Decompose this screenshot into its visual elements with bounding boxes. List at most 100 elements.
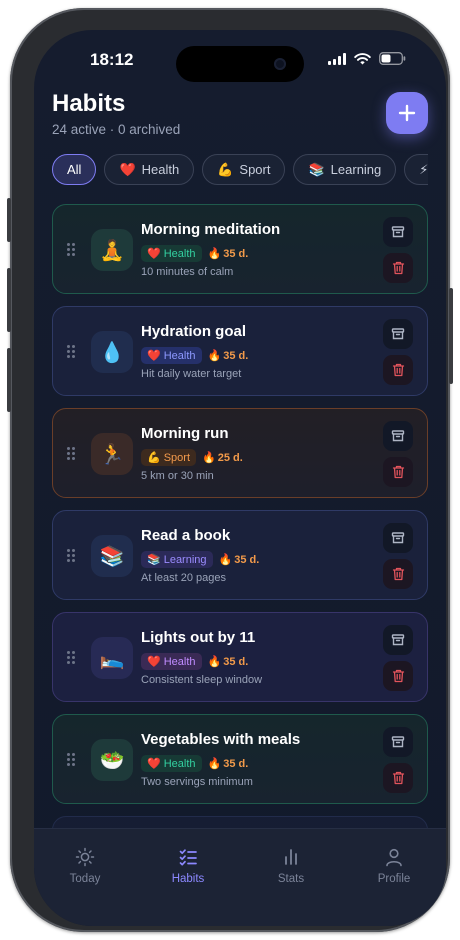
page-subtitle: 24 active · 0 archived: [52, 122, 181, 137]
tab-profile[interactable]: Profile: [354, 847, 434, 885]
habit-card[interactable]: 🏃 Morning run 💪 Sport 🔥 25 d. 5 km or 30 m…: [52, 408, 428, 498]
habit-tags: 💪 Sport 🔥 25 d.: [141, 449, 243, 466]
habit-card[interactable]: 🥗 Vegetables with meals ❤️ Health 🔥 35 d. …: [52, 714, 428, 804]
habit-title: Morning run: [141, 425, 229, 442]
flame-icon: 🔥: [218, 554, 233, 566]
drag-handle-icon[interactable]: [67, 549, 77, 563]
habit-card[interactable]: 🛌 Lights out by 11 ❤️ Health 🔥 35 d. Consi…: [52, 612, 428, 702]
habit-card[interactable]: 🧘 Morning meditation ❤️ Health 🔥 35 d. 10 …: [52, 204, 428, 294]
filter-all[interactable]: All: [52, 154, 97, 185]
trash-icon: [392, 363, 404, 377]
power-button: [449, 288, 453, 384]
habit-tags: ❤️ Health 🔥 35 d.: [141, 347, 248, 364]
archive-icon: [391, 736, 405, 748]
flame-icon: 🔥: [207, 758, 222, 770]
sun-icon: [75, 847, 95, 867]
streak-badge: 🔥 35 d.: [207, 757, 249, 771]
flame-icon: 🔥: [202, 452, 216, 464]
drag-handle-icon[interactable]: [67, 345, 77, 359]
streak-badge: 🔥 25 d.: [202, 451, 243, 465]
filter-energy[interactable]: ⚡: [404, 154, 428, 185]
category-label: Health: [163, 757, 196, 770]
tab-today[interactable]: Today: [45, 847, 125, 885]
streak-value: 35 d.: [223, 247, 249, 260]
streak-value: 35 d.: [223, 757, 249, 770]
checklist-icon: [179, 849, 197, 866]
mute-switch: [7, 198, 11, 242]
filter-label: Sport: [239, 162, 271, 177]
drag-handle-icon[interactable]: [67, 753, 77, 767]
archive-icon: [391, 430, 405, 442]
heart-icon: ❤️: [147, 248, 161, 260]
filter-label: Learning: [330, 162, 382, 177]
user-icon: [386, 848, 402, 867]
drag-handle-icon[interactable]: [67, 651, 77, 665]
archive-button[interactable]: [383, 625, 413, 655]
habit-tags: ❤️ Health 🔥 35 d.: [141, 755, 248, 772]
tab-label: Stats: [277, 873, 305, 885]
drag-handle-icon[interactable]: [67, 447, 77, 461]
books-icon: 📚: [308, 161, 325, 177]
category-label: Learning: [163, 553, 207, 566]
category-label: Sport: [163, 451, 190, 464]
tab-habits[interactable]: Habits: [148, 847, 228, 885]
archive-button[interactable]: [383, 217, 413, 247]
archive-button[interactable]: [383, 523, 413, 553]
flexed-biceps-icon: 💪: [147, 452, 161, 464]
water-drop-icon: 💧: [91, 331, 133, 373]
filter-label: All: [67, 162, 82, 177]
heart-icon: ❤️: [147, 656, 161, 668]
archive-button[interactable]: [383, 421, 413, 451]
habit-card[interactable]: 💧 Hydration goal ❤️ Health 🔥 35 d. Hit dai…: [52, 306, 428, 396]
habit-description: Two servings minimum: [141, 776, 253, 788]
filter-sport[interactable]: 💪 Sport: [202, 154, 286, 185]
trash-icon: [392, 771, 404, 785]
status-icons: [328, 52, 406, 65]
trash-icon: [392, 567, 404, 581]
filter-health[interactable]: ❤️ Health: [104, 154, 195, 185]
app-screen: 18:12 Habits 24 active · 0 archived All …: [34, 30, 446, 926]
page-title: Habits: [52, 90, 126, 117]
streak-badge: 🔥 35 d.: [208, 247, 249, 261]
habit-description: Consistent sleep window: [141, 674, 263, 686]
wifi-icon: [354, 52, 371, 64]
delete-button[interactable]: [383, 253, 413, 283]
tab-stats[interactable]: Stats: [251, 847, 331, 885]
volume-up-button: [7, 268, 11, 332]
trash-icon: [392, 465, 404, 479]
delete-button[interactable]: [383, 559, 413, 589]
plus-icon: [398, 104, 416, 122]
delete-button[interactable]: [383, 355, 413, 385]
bed-icon: 🛌: [91, 637, 133, 679]
dynamic-island: [176, 46, 304, 82]
streak-value: 35 d.: [234, 553, 260, 566]
filter-chips: All ❤️ Health 💪 Sport 📚 Learning ⚡: [52, 154, 428, 186]
tab-label: Habits: [171, 873, 205, 885]
drag-handle-icon[interactable]: [67, 243, 77, 257]
flexed-biceps-icon: 💪: [217, 161, 234, 177]
trash-icon: [392, 261, 404, 275]
tab-bar: Today Habits Stats Profile: [34, 828, 446, 926]
meditation-icon: 🧘: [91, 229, 133, 271]
tab-label: Profile: [377, 873, 411, 885]
filter-learning[interactable]: 📚 Learning: [293, 154, 397, 185]
books-icon: 📚: [147, 554, 161, 566]
streak-value: 35 d.: [223, 655, 249, 668]
category-badge: 📚 Learning: [141, 551, 213, 568]
add-habit-button[interactable]: [386, 92, 428, 134]
filter-label: Health: [141, 162, 180, 177]
habit-card[interactable]: 📚 Read a book 📚 Learning 🔥 35 d. At least …: [52, 510, 428, 600]
archive-button[interactable]: [383, 319, 413, 349]
habit-title: Hydration goal: [141, 323, 247, 340]
archive-button[interactable]: [383, 727, 413, 757]
category-label: Health: [163, 247, 196, 260]
archive-icon: [391, 532, 405, 544]
archive-icon: [391, 328, 405, 340]
heart-icon: ❤️: [147, 758, 161, 770]
delete-button[interactable]: [383, 457, 413, 487]
habit-description: At least 20 pages: [141, 572, 227, 584]
habit-title: Vegetables with meals: [141, 731, 301, 748]
camera-icon: [274, 58, 286, 70]
delete-button[interactable]: [383, 763, 413, 793]
delete-button[interactable]: [383, 661, 413, 691]
